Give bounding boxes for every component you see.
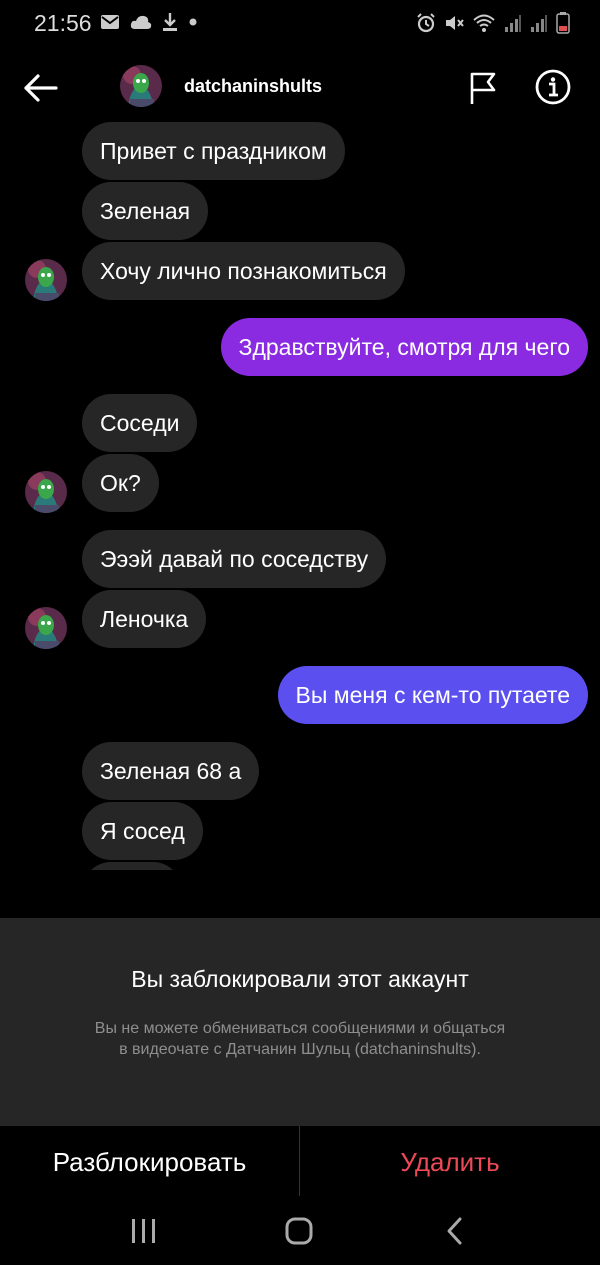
message-incoming[interactable]: Зеленая 68 а bbox=[82, 742, 260, 800]
alarm-icon bbox=[417, 13, 435, 33]
delete-button[interactable]: Удалить bbox=[300, 1126, 600, 1196]
message-incoming[interactable]: Я сосед bbox=[82, 802, 203, 860]
info-icon bbox=[535, 69, 571, 105]
message-incoming[interactable]: Зеленая bbox=[82, 182, 209, 240]
signal-icon bbox=[531, 15, 547, 32]
avatar-image bbox=[25, 471, 67, 513]
mail-icon bbox=[101, 15, 119, 29]
status-right-icons bbox=[416, 12, 570, 34]
report-button[interactable] bbox=[466, 70, 500, 106]
message-incoming[interactable]: Хочу лично познакомиться bbox=[82, 242, 405, 300]
sender-avatar[interactable] bbox=[25, 607, 67, 649]
battery-icon bbox=[556, 12, 570, 34]
home-button[interactable] bbox=[279, 1214, 319, 1248]
nav-back-button[interactable] bbox=[436, 1214, 476, 1248]
wifi-icon bbox=[473, 14, 495, 32]
message-incoming[interactable]: Леночка bbox=[82, 590, 207, 648]
message-outgoing[interactable]: Здравствуйте, смотря для чего bbox=[220, 318, 588, 376]
signal-icon bbox=[505, 15, 521, 32]
dot-icon bbox=[189, 18, 197, 26]
chat-header: datchaninshults bbox=[0, 52, 600, 122]
header-username[interactable]: datchaninshults bbox=[184, 76, 322, 97]
sender-avatar[interactable] bbox=[25, 471, 67, 513]
avatar-image bbox=[25, 607, 67, 649]
message-incoming[interactable]: Ок? bbox=[82, 454, 159, 512]
recent-apps-icon bbox=[132, 1219, 155, 1243]
arrow-left-icon bbox=[24, 74, 58, 102]
back-icon bbox=[447, 1217, 462, 1245]
sender-avatar[interactable] bbox=[25, 259, 67, 301]
recent-apps-button[interactable] bbox=[124, 1214, 164, 1248]
flag-icon bbox=[470, 72, 496, 104]
cloud-icon bbox=[130, 15, 152, 29]
status-bar: 21:56 bbox=[0, 0, 600, 48]
message-outgoing[interactable]: Вы меня с кем-то путаете bbox=[277, 666, 588, 724]
unblock-button[interactable]: Разблокировать bbox=[0, 1126, 299, 1196]
download-icon bbox=[163, 13, 177, 31]
message-incoming[interactable]: Соседи bbox=[82, 394, 198, 452]
blocked-description: Вы не можете обмениваться сообщениями и … bbox=[94, 1020, 506, 1058]
action-bar: Разблокировать Удалить bbox=[0, 1126, 600, 1196]
message-incoming[interactable]: Эээй давай по соседству bbox=[82, 530, 387, 588]
avatar[interactable] bbox=[120, 65, 162, 107]
system-navbar bbox=[0, 1196, 600, 1265]
home-icon bbox=[285, 1217, 313, 1245]
blocked-notice: Вы заблокировали этот аккаунт Вы не може… bbox=[0, 918, 600, 1126]
message-incoming[interactable]: Привет с праздником bbox=[82, 122, 345, 180]
status-time: 21:56 bbox=[34, 10, 92, 36]
back-button[interactable] bbox=[20, 70, 64, 106]
mute-icon bbox=[446, 16, 464, 30]
info-button[interactable] bbox=[534, 68, 572, 106]
message-incoming-partial[interactable] bbox=[82, 862, 182, 870]
status-left-icons bbox=[100, 12, 198, 32]
message-thread[interactable]: Привет с праздником Зеленая Хочу лично п… bbox=[0, 122, 600, 870]
blocked-title: Вы заблокировали этот аккаунт bbox=[131, 966, 469, 992]
avatar-image bbox=[120, 65, 162, 107]
avatar-image bbox=[25, 259, 67, 301]
